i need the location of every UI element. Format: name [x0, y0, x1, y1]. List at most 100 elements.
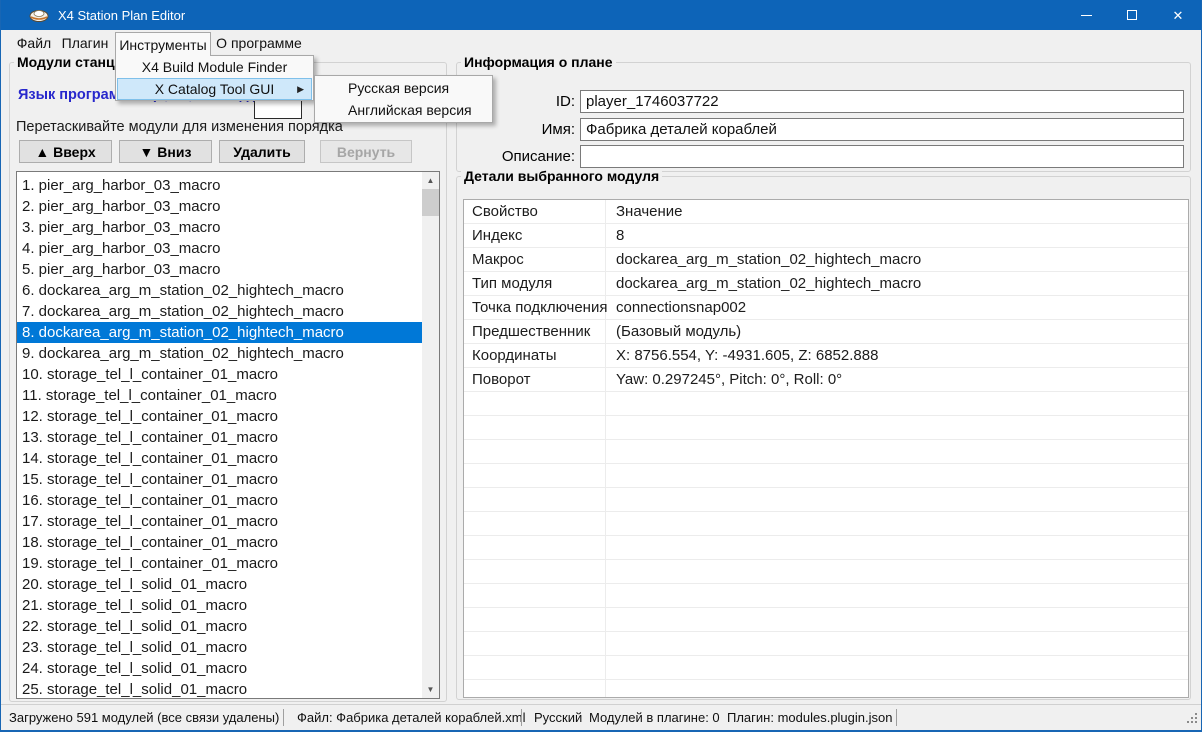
- list-item[interactable]: 18. storage_tel_l_container_01_macro: [17, 532, 422, 553]
- table-empty-row[interactable]: [464, 656, 1188, 680]
- table-row[interactable]: Макросdockarea_arg_m_station_02_hightech…: [464, 248, 1188, 272]
- list-item[interactable]: 7. dockarea_arg_m_station_02_hightech_ma…: [17, 301, 422, 322]
- status-language: Русский: [534, 710, 582, 725]
- cell-property: Тип модуля: [464, 272, 606, 295]
- table-empty-row[interactable]: [464, 632, 1188, 656]
- move-down-button[interactable]: ▼ Вниз: [119, 140, 212, 163]
- table-empty-row[interactable]: [464, 680, 1188, 698]
- menu-about[interactable]: О программе: [215, 30, 303, 55]
- menu-plugin[interactable]: Плагин: [59, 30, 111, 55]
- name-field[interactable]: [580, 118, 1184, 141]
- table-row[interactable]: Тип модуляdockarea_arg_m_station_02_high…: [464, 272, 1188, 296]
- menu-item-catalog-tool-gui[interactable]: X Catalog Tool GUI ▶: [117, 78, 312, 100]
- cell-value: connectionsnap002: [606, 296, 1188, 319]
- status-bar: Загружено 591 модулей (все связи удалены…: [1, 704, 1201, 730]
- status-file: Файл: Фабрика деталей кораблей.xml: [297, 710, 525, 725]
- scroll-down-icon[interactable]: ▼: [422, 681, 439, 698]
- list-item[interactable]: 15. storage_tel_l_container_01_macro: [17, 469, 422, 490]
- table-empty-row[interactable]: [464, 392, 1188, 416]
- table-empty-row[interactable]: [464, 416, 1188, 440]
- list-item[interactable]: 17. storage_tel_l_container_01_macro: [17, 511, 422, 532]
- id-field[interactable]: [580, 90, 1184, 113]
- list-item[interactable]: 4. pier_arg_harbor_03_macro: [17, 238, 422, 259]
- list-item[interactable]: 11. storage_tel_l_container_01_macro: [17, 385, 422, 406]
- list-item[interactable]: 12. storage_tel_l_container_01_macro: [17, 406, 422, 427]
- list-item[interactable]: 24. storage_tel_l_solid_01_macro: [17, 658, 422, 679]
- description-field[interactable]: [580, 145, 1184, 168]
- maximize-icon[interactable]: [1109, 0, 1155, 30]
- delete-button[interactable]: Удалить: [219, 140, 305, 163]
- list-item[interactable]: 19. storage_tel_l_container_01_macro: [17, 553, 422, 574]
- cell-value: (Базовый модуль): [606, 320, 1188, 343]
- list-item[interactable]: 2. pier_arg_harbor_03_macro: [17, 196, 422, 217]
- list-item[interactable]: 22. storage_tel_l_solid_01_macro: [17, 616, 422, 637]
- table-row[interactable]: Предшественник(Базовый модуль): [464, 320, 1188, 344]
- submenu-item-russian[interactable]: Русская версия: [315, 77, 492, 99]
- cell-property: Предшественник: [464, 320, 606, 343]
- module-listbox: 1. pier_arg_harbor_03_macro2. pier_arg_h…: [16, 171, 440, 699]
- table-empty-row[interactable]: [464, 512, 1188, 536]
- table-empty-row[interactable]: [464, 536, 1188, 560]
- cell-value: [606, 584, 1188, 607]
- move-up-button[interactable]: ▲ Вверх: [19, 140, 112, 163]
- list-item[interactable]: 3. pier_arg_harbor_03_macro: [17, 217, 422, 238]
- list-item[interactable]: 20. storage_tel_l_solid_01_macro: [17, 574, 422, 595]
- cell-property: Поворот: [464, 368, 606, 391]
- list-item[interactable]: 16. storage_tel_l_container_01_macro: [17, 490, 422, 511]
- cell-value: 8: [606, 224, 1188, 247]
- table-empty-row[interactable]: [464, 440, 1188, 464]
- details-table-body: СвойствоЗначениеИндекс8Макросdockarea_ar…: [464, 200, 1188, 698]
- table-row[interactable]: КоординатыX: 8756.554, Y: -4931.605, Z: …: [464, 344, 1188, 368]
- list-item[interactable]: 23. storage_tel_l_solid_01_macro: [17, 637, 422, 658]
- status-separator: [521, 709, 522, 726]
- cell-property: [464, 464, 606, 487]
- cell-value: [606, 488, 1188, 511]
- status-plugin-modules: Модулей в плагине: 0: [589, 710, 720, 725]
- cell-value: Значение: [606, 200, 1188, 223]
- menu-file[interactable]: Файл: [13, 30, 55, 55]
- list-item[interactable]: 14. storage_tel_l_container_01_macro: [17, 448, 422, 469]
- list-item[interactable]: 1. pier_arg_harbor_03_macro: [17, 175, 422, 196]
- cell-property: [464, 512, 606, 535]
- menu-item-build-module-finder[interactable]: X4 Build Module Finder: [116, 56, 313, 78]
- table-row[interactable]: Точка подключенияconnectionsnap002: [464, 296, 1188, 320]
- list-item[interactable]: 21. storage_tel_l_solid_01_macro: [17, 595, 422, 616]
- status-separator: [283, 709, 284, 726]
- list-item[interactable]: 9. dockarea_arg_m_station_02_hightech_ma…: [17, 343, 422, 364]
- list-item[interactable]: 10. storage_tel_l_container_01_macro: [17, 364, 422, 385]
- list-item[interactable]: 5. pier_arg_harbor_03_macro: [17, 259, 422, 280]
- table-empty-row[interactable]: [464, 464, 1188, 488]
- menu-tools[interactable]: Инструменты: [115, 32, 211, 56]
- title-bar[interactable]: X4 Station Plan Editor ✕: [1, 0, 1201, 30]
- cell-value: [606, 680, 1188, 698]
- details-table: СвойствоЗначениеИндекс8Макросdockarea_ar…: [463, 199, 1189, 698]
- table-row[interactable]: ПоворотYaw: 0.297245°, Pitch: 0°, Roll: …: [464, 368, 1188, 392]
- close-icon[interactable]: ✕: [1155, 0, 1201, 30]
- submenu-arrow-icon: ▶: [297, 84, 304, 95]
- table-empty-row[interactable]: [464, 560, 1188, 584]
- minimize-icon[interactable]: [1063, 0, 1109, 30]
- cell-property: [464, 608, 606, 631]
- scrollbar-thumb[interactable]: [422, 189, 439, 216]
- status-loaded: Загружено 591 модулей (все связи удалены…: [9, 710, 279, 725]
- list-item[interactable]: 8. dockarea_arg_m_station_02_hightech_ma…: [17, 322, 422, 343]
- submenu-item-english[interactable]: Английская версия: [315, 99, 492, 121]
- resize-grip-icon[interactable]: [1185, 711, 1198, 727]
- list-item[interactable]: 13. storage_tel_l_container_01_macro: [17, 427, 422, 448]
- table-empty-row[interactable]: [464, 584, 1188, 608]
- table-header-row[interactable]: СвойствоЗначение: [464, 200, 1188, 224]
- list-item[interactable]: 25. storage_tel_l_solid_01_macro: [17, 679, 422, 698]
- module-list-scrollbar[interactable]: ▲ ▼: [422, 172, 439, 698]
- window-title: X4 Station Plan Editor: [58, 8, 185, 23]
- table-row[interactable]: Индекс8: [464, 224, 1188, 248]
- cell-property: [464, 416, 606, 439]
- table-empty-row[interactable]: [464, 608, 1188, 632]
- cell-value: dockarea_arg_m_station_02_hightech_macro: [606, 248, 1188, 271]
- cell-value: [606, 656, 1188, 679]
- status-separator: [896, 709, 897, 726]
- cell-property: [464, 560, 606, 583]
- list-item[interactable]: 6. dockarea_arg_m_station_02_hightech_ma…: [17, 280, 422, 301]
- table-empty-row[interactable]: [464, 488, 1188, 512]
- plan-info-title: Информация о плане: [461, 54, 616, 70]
- scroll-up-icon[interactable]: ▲: [422, 172, 439, 189]
